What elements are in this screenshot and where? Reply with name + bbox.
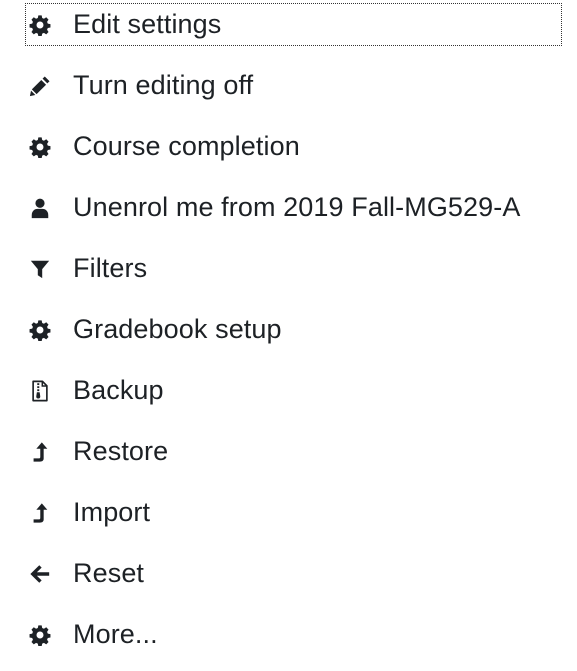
edit-settings-link[interactable]: Edit settings (25, 3, 562, 46)
menu-item-filters: Filters (26, 244, 566, 305)
reset-link[interactable]: Reset (26, 553, 152, 594)
arrow-left-icon (28, 562, 52, 586)
menu-item-label: Backup (73, 375, 164, 405)
menu-item-label: Edit settings (73, 9, 222, 39)
filters-link[interactable]: Filters (26, 248, 155, 289)
user-icon (28, 196, 52, 220)
unenrol-link[interactable]: Unenrol me from 2019 Fall-MG529-A (26, 187, 528, 228)
course-completion-link[interactable]: Course completion (26, 126, 308, 167)
menu-item-label: Turn editing off (73, 70, 254, 100)
menu-item-turn-editing-off: Turn editing off (26, 61, 566, 122)
gear-icon (28, 13, 52, 37)
menu-item-label: Gradebook setup (73, 314, 282, 344)
menu-item-import: Import (26, 488, 566, 549)
menu-item-unenrol: Unenrol me from 2019 Fall-MG529-A (26, 183, 566, 244)
menu-item-gradebook-setup: Gradebook setup (26, 305, 566, 366)
menu-item-restore: Restore (26, 427, 566, 488)
menu-item-label: More... (73, 619, 158, 649)
menu-item-label: Course completion (73, 131, 300, 161)
level-up-icon (28, 501, 52, 525)
gear-icon (28, 623, 52, 647)
menu-item-label: Reset (73, 558, 145, 588)
menu-item-label: Import (73, 497, 151, 527)
menu-item-backup: Backup (26, 366, 566, 427)
pencil-icon (28, 74, 52, 98)
menu-item-label: Filters (73, 253, 148, 283)
gear-icon (28, 135, 52, 159)
menu-item-edit-settings: Edit settings (25, 0, 566, 61)
more-link[interactable]: More... (26, 614, 166, 655)
restore-link[interactable]: Restore (26, 431, 176, 472)
gear-icon (28, 318, 52, 342)
file-archive-icon (28, 379, 52, 403)
gradebook-setup-link[interactable]: Gradebook setup (26, 309, 290, 350)
import-link[interactable]: Import (26, 492, 158, 533)
menu-item-label: Unenrol me from 2019 Fall-MG529-A (73, 192, 521, 222)
menu-item-label: Restore (73, 436, 169, 466)
menu-item-more: More... (26, 610, 566, 671)
course-administration-menu: Edit settings Turn editing off Course co… (25, 0, 566, 671)
turn-editing-off-link[interactable]: Turn editing off (26, 65, 261, 106)
backup-link[interactable]: Backup (26, 370, 172, 411)
level-up-icon (28, 440, 52, 464)
menu-item-course-completion: Course completion (26, 122, 566, 183)
filter-icon (28, 257, 52, 281)
menu-item-reset: Reset (26, 549, 566, 610)
